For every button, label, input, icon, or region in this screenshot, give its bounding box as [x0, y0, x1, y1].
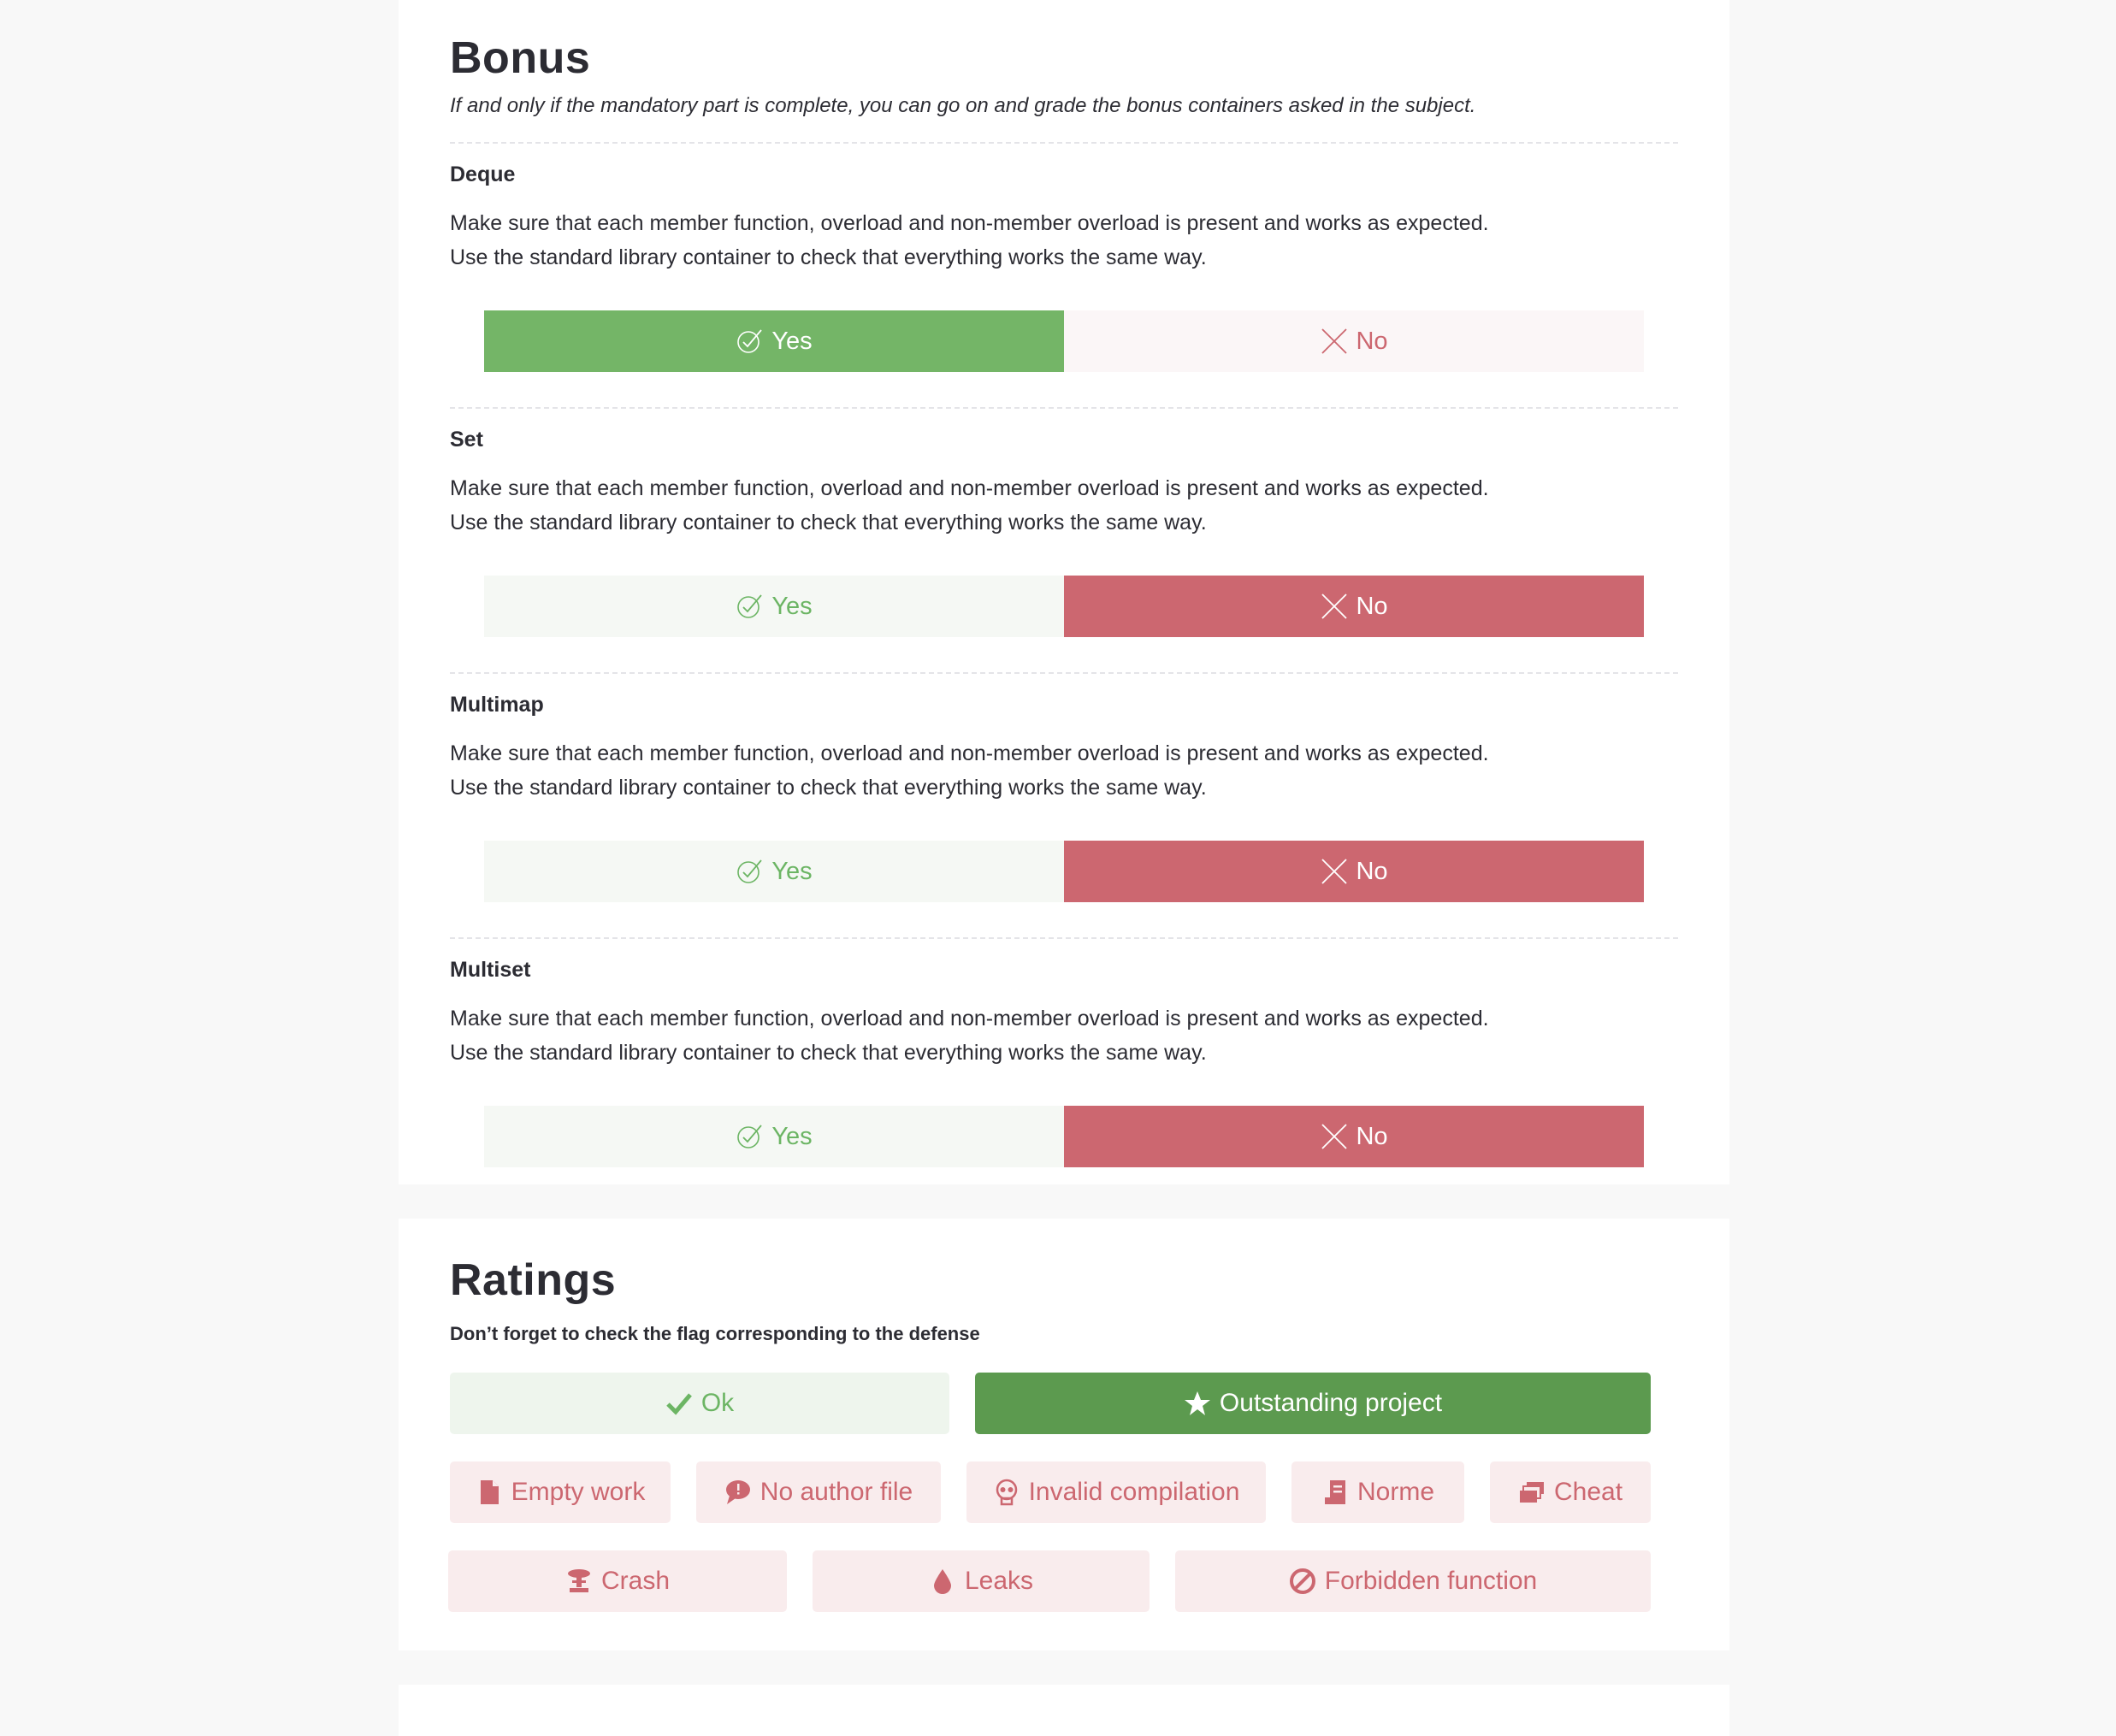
flag-label: Cheat — [1553, 1478, 1623, 1506]
yes-button-deque[interactable]: Yes — [484, 310, 1064, 372]
star-icon — [1184, 1391, 1210, 1415]
yes-no-toggle-multiset: Yes No — [484, 1106, 1644, 1167]
next-card — [399, 1685, 1729, 1736]
yes-button-multiset[interactable]: Yes — [484, 1106, 1064, 1167]
ok-button[interactable]: Ok — [450, 1373, 949, 1434]
flag-crash-button[interactable]: Crash — [448, 1550, 787, 1612]
no-button-multimap[interactable]: No — [1064, 841, 1644, 902]
divider — [450, 142, 1678, 144]
bonus-card: Bonus If and only if the mandatory part … — [399, 0, 1729, 1184]
divider — [450, 407, 1678, 409]
ratings-card: Ratings Don’t forget to check the flag c… — [399, 1219, 1729, 1650]
cross-icon — [1321, 328, 1348, 354]
checkmark-icon — [666, 1393, 692, 1415]
cheat-icon — [1519, 1482, 1544, 1503]
section-title-set: Set — [450, 428, 483, 452]
section-title-deque: Deque — [450, 162, 516, 186]
check-outline-icon — [737, 329, 763, 353]
no-button-multiset[interactable]: No — [1064, 1106, 1644, 1167]
flag-label: Forbidden function — [1324, 1567, 1538, 1595]
section-description-deque: Make sure that each member function, ove… — [450, 211, 1489, 269]
yes-label: Yes — [771, 857, 813, 885]
forbidden-icon — [1289, 1568, 1315, 1594]
norme-icon — [1324, 1480, 1345, 1504]
yes-no-toggle-set: Yes No — [484, 576, 1644, 637]
speech-bubble-icon — [725, 1480, 750, 1504]
outstanding-project-button[interactable]: Outstanding project — [975, 1373, 1651, 1434]
flag-empty-work-button[interactable]: Empty work — [450, 1461, 671, 1523]
file-icon — [480, 1480, 499, 1504]
flag-label: Leaks — [964, 1567, 1034, 1595]
no-label: No — [1356, 327, 1388, 355]
divider — [450, 937, 1678, 939]
no-label: No — [1356, 857, 1388, 885]
crash-icon — [567, 1569, 590, 1592]
no-button-deque[interactable]: No — [1064, 310, 1644, 372]
yes-button-set[interactable]: Yes — [484, 576, 1064, 637]
ratings-note: Don’t forget to check the flag correspon… — [450, 1323, 980, 1344]
section-description-multimap: Make sure that each member function, ove… — [450, 741, 1489, 800]
flag-forbidden-function-button[interactable]: Forbidden function — [1175, 1550, 1651, 1612]
ratings-title: Ratings — [450, 1255, 617, 1305]
no-label: No — [1356, 1122, 1388, 1150]
bonus-title: Bonus — [450, 33, 591, 83]
flag-label: No author file — [760, 1478, 913, 1506]
no-label: No — [1356, 592, 1388, 620]
bonus-subtitle: If and only if the mandatory part is com… — [450, 94, 1476, 117]
cross-icon — [1321, 593, 1348, 619]
flag-label: Norme — [1356, 1478, 1434, 1506]
check-outline-icon — [737, 594, 763, 618]
divider — [450, 672, 1678, 674]
ok-label: Ok — [700, 1389, 735, 1417]
skull-icon — [996, 1479, 1017, 1506]
check-outline-icon — [737, 1125, 763, 1148]
cross-icon — [1321, 1124, 1348, 1149]
cross-icon — [1321, 859, 1348, 884]
yes-label: Yes — [771, 327, 813, 355]
outstanding-label: Outstanding project — [1219, 1389, 1443, 1417]
flag-invalid-compilation-button[interactable]: Invalid compilation — [966, 1461, 1266, 1523]
yes-no-toggle-multimap: Yes No — [484, 841, 1644, 902]
flag-norme-button[interactable]: Norme — [1291, 1461, 1464, 1523]
flag-label: Crash — [600, 1567, 671, 1595]
section-title-multiset: Multiset — [450, 958, 531, 982]
yes-label: Yes — [771, 592, 813, 620]
yes-no-toggle-deque: Yes No — [484, 310, 1644, 372]
flag-label: Invalid compilation — [1028, 1478, 1240, 1506]
flag-cheat-button[interactable]: Cheat — [1490, 1461, 1651, 1523]
yes-button-multimap[interactable]: Yes — [484, 841, 1064, 902]
section-description-multiset: Make sure that each member function, ove… — [450, 1007, 1489, 1065]
section-title-multimap: Multimap — [450, 693, 544, 717]
check-outline-icon — [737, 859, 763, 883]
flag-leaks-button[interactable]: Leaks — [813, 1550, 1150, 1612]
section-description-set: Make sure that each member function, ove… — [450, 476, 1489, 534]
flag-no-author-file-button[interactable]: No author file — [696, 1461, 941, 1523]
drop-icon — [933, 1569, 951, 1594]
flag-label: Empty work — [511, 1478, 646, 1506]
yes-label: Yes — [771, 1122, 813, 1150]
no-button-set[interactable]: No — [1064, 576, 1644, 637]
